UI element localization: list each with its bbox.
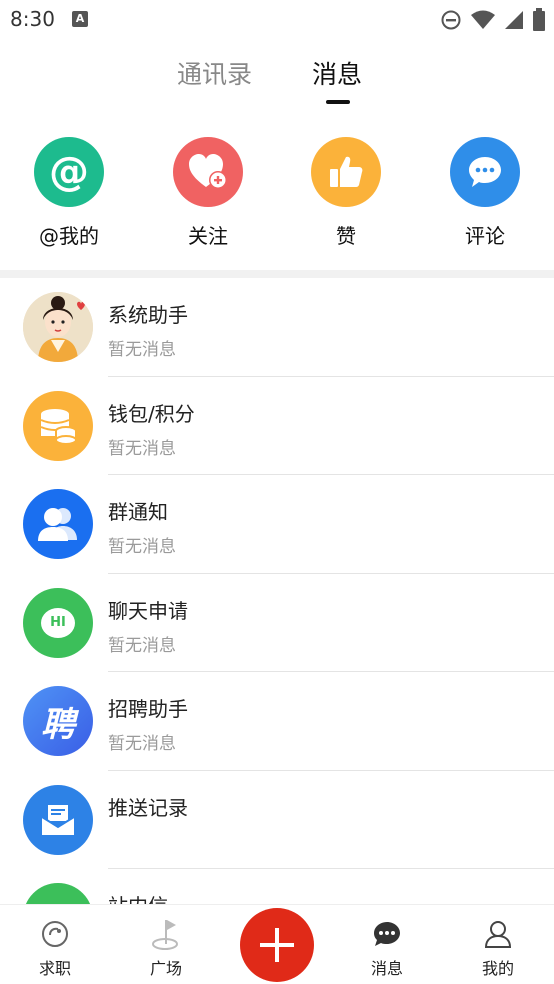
nav-label: 广场 xyxy=(149,959,182,978)
nav-label: 我的 xyxy=(481,959,514,978)
wifi-icon xyxy=(471,10,495,29)
recruit-icon: 聘 xyxy=(23,686,93,756)
row-title: 聊天申请 xyxy=(108,598,188,623)
chat-bubble-icon xyxy=(372,919,402,949)
comment-icon xyxy=(450,137,520,207)
push-mail-icon xyxy=(23,784,93,855)
row-title: 推送记录 xyxy=(108,795,188,820)
do-not-disturb-icon xyxy=(441,10,461,30)
message-row-recruit-assistant[interactable]: 聘 招聘助手 暂无消息 xyxy=(0,672,554,771)
quick-action-comment[interactable]: 评论 xyxy=(435,137,535,249)
at-icon: @ xyxy=(34,137,104,207)
quick-action-like[interactable]: 赞 xyxy=(296,137,396,249)
message-row-system-assistant[interactable]: 系统助手 暂无消息 xyxy=(0,278,554,377)
chat-hi-glyph: HI xyxy=(50,615,66,630)
nav-jobs[interactable]: 求职 xyxy=(20,919,90,979)
quick-action-label: 评论 xyxy=(465,224,505,248)
user-icon xyxy=(483,919,513,949)
quick-action-at-me[interactable]: @ @我的 xyxy=(19,137,119,249)
cell-signal-icon xyxy=(505,11,523,29)
message-row-push-records[interactable]: 推送记录 xyxy=(0,771,554,869)
row-subtitle: 暂无消息 xyxy=(108,438,176,459)
row-subtitle: 暂无消息 xyxy=(108,340,176,360)
battery-icon xyxy=(533,8,545,31)
publish-plus-button[interactable] xyxy=(240,908,314,982)
message-row-chat-request[interactable]: HI 聊天申请 暂无消息 xyxy=(0,574,554,672)
top-tabs: 通讯录 消息 xyxy=(0,55,554,105)
tab-messages[interactable]: 消息 xyxy=(312,55,362,91)
row-title: 系统助手 xyxy=(108,303,188,327)
row-subtitle: 暂无消息 xyxy=(108,734,176,754)
tab-active-indicator xyxy=(326,100,350,104)
status-icons xyxy=(440,8,546,32)
section-divider xyxy=(0,270,554,278)
message-list: 系统助手 暂无消息 钱包/积分 暂无消息 群通知 暂无消息 HI 聊天申请 暂无… xyxy=(0,278,554,904)
site-mail-icon xyxy=(23,883,93,904)
quick-action-label: 关注 xyxy=(188,224,228,248)
quick-action-label: 赞 xyxy=(336,224,356,248)
nav-label: 消息 xyxy=(370,959,403,978)
bottom-nav: 求职 广场 消息 我的 xyxy=(0,904,554,984)
quick-action-follow[interactable]: 关注 xyxy=(158,137,258,249)
plus-icon xyxy=(260,928,294,962)
tab-contacts[interactable]: 通讯录 xyxy=(177,55,252,91)
row-title: 钱包/积分 xyxy=(108,401,195,426)
quick-actions: @ @我的 关注 赞 评论 xyxy=(0,137,554,257)
group-icon xyxy=(23,489,93,559)
row-subtitle: 暂无消息 xyxy=(108,635,176,656)
nav-label: 求职 xyxy=(38,959,71,978)
row-title: 招聘助手 xyxy=(108,697,188,721)
jobs-icon xyxy=(40,919,70,949)
quick-action-label: @我的 xyxy=(39,224,99,248)
row-title: 群通知 xyxy=(108,500,168,524)
nav-messages[interactable]: 消息 xyxy=(352,919,422,979)
message-row-site-mail[interactable]: 站内信 xyxy=(0,869,554,904)
row-subtitle: 暂无消息 xyxy=(108,537,176,557)
status-time: 8:30 xyxy=(10,7,55,31)
system-assistant-avatar xyxy=(23,292,93,362)
wallet-coins-icon xyxy=(23,390,93,461)
recruit-glyph: 聘 xyxy=(41,704,75,745)
message-row-group-notice[interactable]: 群通知 暂无消息 xyxy=(0,475,554,574)
heart-plus-icon xyxy=(173,137,243,207)
thumbs-up-icon xyxy=(311,137,381,207)
nav-square[interactable]: 广场 xyxy=(131,919,201,979)
nav-mine[interactable]: 我的 xyxy=(463,919,533,979)
status-bar: 8:30 A xyxy=(0,0,554,40)
flag-icon xyxy=(151,919,181,950)
chat-hi-icon: HI xyxy=(23,587,93,658)
notification-a-icon: A xyxy=(72,11,88,27)
message-row-wallet[interactable]: 钱包/积分 暂无消息 xyxy=(0,377,554,475)
row-title: 站内信 xyxy=(108,890,168,904)
